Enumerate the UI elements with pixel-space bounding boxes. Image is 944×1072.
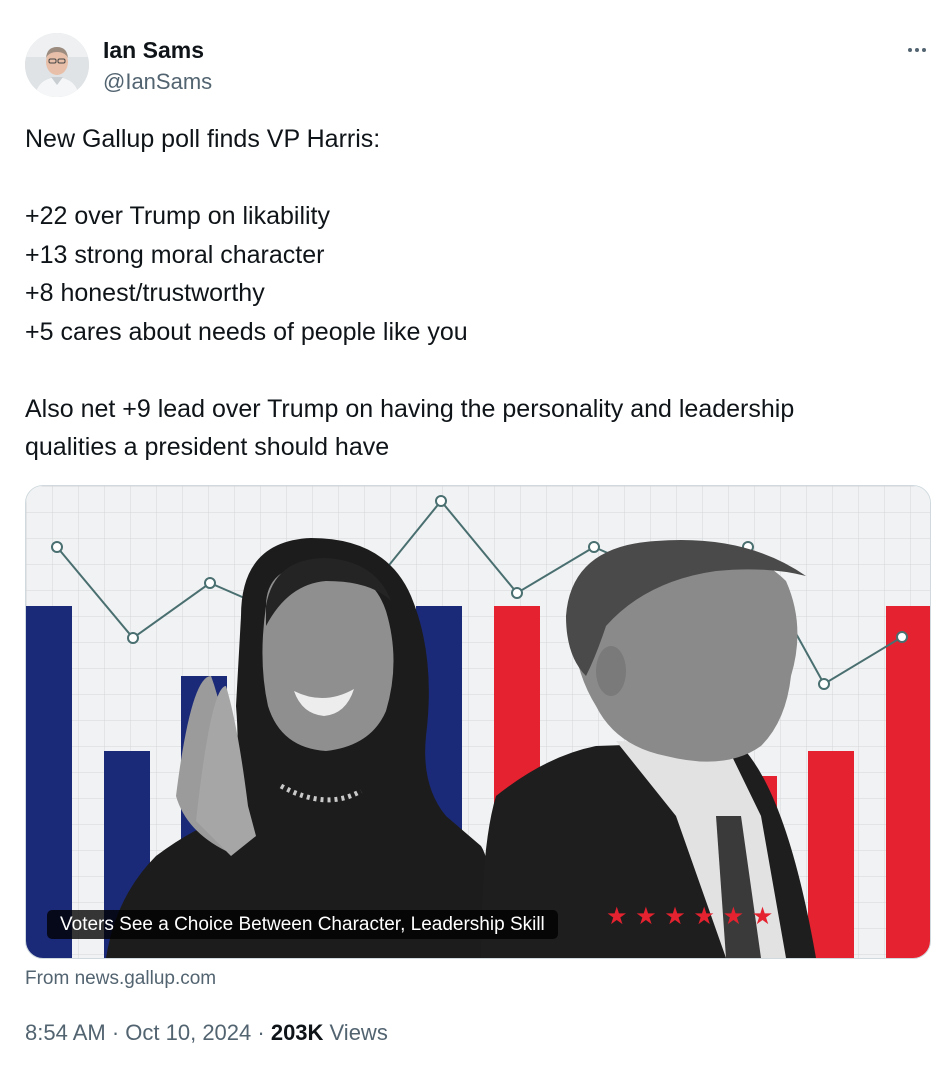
tweet-line: +5 cares about needs of people like you bbox=[25, 317, 468, 346]
link-card[interactable]: ★ ★ ★ ★ ★ ★ Voters See a Choice Between … bbox=[25, 485, 931, 959]
tweet-meta: 8:54 AM · Oct 10, 2024 · 203K Views bbox=[25, 1018, 388, 1048]
tweet-text: New Gallup poll finds VP Harris: +22 ove… bbox=[25, 120, 915, 467]
tweet-time[interactable]: 8:54 AM bbox=[25, 1020, 106, 1045]
tweet-line: New Gallup poll finds VP Harris: bbox=[25, 125, 381, 153]
dot bbox=[922, 48, 926, 52]
views-label: Views bbox=[323, 1020, 388, 1045]
tweet-line bbox=[25, 159, 915, 198]
svg-text:★ ★ ★ ★ ★ ★: ★ ★ ★ ★ ★ ★ bbox=[606, 902, 773, 930]
tweet-line: +13 strong moral character bbox=[25, 240, 325, 269]
card-title: Voters See a Choice Between Character, L… bbox=[47, 910, 558, 939]
tweet-date[interactable]: Oct 10, 2024 bbox=[125, 1020, 251, 1045]
more-options-icon[interactable] bbox=[902, 36, 932, 64]
tweet-line bbox=[25, 351, 915, 390]
tweet-line: Also net +9 lead over Trump on having th… bbox=[25, 394, 795, 423]
avatar[interactable] bbox=[25, 33, 89, 97]
dot bbox=[915, 48, 919, 52]
decorative-stars: ★ ★ ★ ★ ★ ★ bbox=[606, 902, 773, 930]
profile-photo bbox=[25, 33, 89, 97]
views-count[interactable]: 203K bbox=[271, 1020, 324, 1045]
tweet-line: +22 over Trump on likability bbox=[25, 202, 331, 230]
separator: · bbox=[251, 1020, 271, 1045]
author-handle[interactable]: @IanSams bbox=[103, 68, 212, 96]
author-name[interactable]: Ian Sams bbox=[103, 36, 204, 64]
card-source-link[interactable]: From news.gallup.com bbox=[25, 966, 216, 992]
card-image: ★ ★ ★ ★ ★ ★ bbox=[26, 486, 930, 958]
dot bbox=[908, 48, 912, 52]
separator: · bbox=[105, 1020, 126, 1045]
tweet-line: +8 honest/trustworthy bbox=[25, 279, 265, 307]
tweet-line: qualities a president should have bbox=[25, 433, 390, 461]
